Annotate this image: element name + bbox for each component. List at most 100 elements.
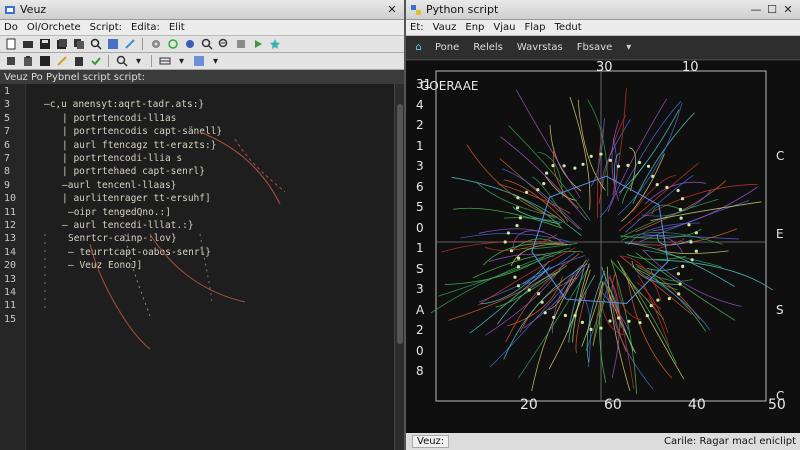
save-as-icon[interactable]: [38, 55, 51, 68]
code-line[interactable]: – aurl tencedi-lllat.:}: [62, 220, 194, 231]
menu-item[interactable]: Vauz: [433, 22, 457, 33]
tab-relels[interactable]: Relels: [469, 40, 507, 55]
paste-icon[interactable]: [21, 55, 34, 68]
search-icon[interactable]: [89, 38, 102, 51]
settings-icon[interactable]: [149, 38, 162, 51]
window-icon[interactable]: [192, 55, 205, 68]
plot-marker: [681, 264, 685, 268]
menu-item[interactable]: Script:: [90, 22, 122, 33]
tab-fbsave[interactable]: Fbsave: [573, 40, 617, 55]
save-all-icon[interactable]: [55, 38, 68, 51]
plot-marker: [589, 154, 593, 158]
plot-marker: [516, 284, 521, 288]
editor-scrollbar[interactable]: [394, 84, 404, 450]
plot-marker: [506, 231, 510, 235]
open-folder-icon[interactable]: [21, 38, 34, 51]
tab-wavrstas[interactable]: Wavrstas: [513, 40, 567, 55]
new-file-icon[interactable]: [4, 38, 17, 51]
plot-marker: [536, 188, 540, 192]
left-tick-label: 6: [416, 179, 424, 194]
code-editor[interactable]: 1 3 5 7 6 7 8 9 10 11 12 13 14 20 13 14 11 15 –c,u anensy…: [0, 84, 404, 450]
menu-item[interactable]: Elit: [169, 22, 185, 33]
save-icon[interactable]: [38, 38, 51, 51]
code-line[interactable]: –c,u anensyt:aqrt-tadr.ats:}: [44, 99, 204, 110]
magnify-icon[interactable]: [115, 55, 128, 68]
menu-item[interactable]: Ol/Orchete: [27, 22, 81, 33]
menu-item[interactable]: Tedut: [555, 22, 582, 33]
editor-toolbar-2: ▾ ▾ ▾: [0, 53, 404, 70]
plot-marker: [617, 316, 621, 320]
plot-marker: [626, 163, 630, 167]
close-icon[interactable]: ✕: [780, 3, 796, 16]
plot-marker: [645, 314, 649, 318]
code-line[interactable]: | portrtencodis capt-sänell}: [62, 126, 222, 137]
code-line[interactable]: – Veuz EonoJ]: [68, 260, 142, 271]
menu-item[interactable]: Do: [4, 22, 18, 33]
pencil-icon[interactable]: [55, 55, 68, 68]
code-line[interactable]: Senrtcr-cainp-:lov}: [68, 233, 177, 244]
refresh-icon[interactable]: [166, 38, 179, 51]
debug-icon[interactable]: [183, 38, 196, 51]
code-line[interactable]: | portrtencodi-ll1as: [62, 113, 176, 124]
clipboard-icon[interactable]: [72, 55, 85, 68]
home-icon[interactable]: ⌂: [412, 41, 425, 54]
zoom-out-icon[interactable]: [217, 38, 230, 51]
menu-item[interactable]: Flap: [525, 22, 546, 33]
left-tick-label: 31: [416, 77, 432, 91]
find-replace-icon[interactable]: [106, 38, 119, 51]
editor-menubar: Do Ol/Orchete Script: Edita: Elit: [0, 20, 404, 36]
code-line[interactable]: –aurl tencenl-llaas}: [62, 180, 176, 191]
menu-item[interactable]: Edita:: [131, 22, 160, 33]
menu-item[interactable]: Et:: [410, 22, 424, 33]
chevron-down-icon[interactable]: ▾: [209, 55, 222, 68]
python-icon: [410, 4, 422, 16]
editor-tab[interactable]: Veuz Po Pybnel script script:: [0, 70, 404, 84]
scroll-thumb[interactable]: [397, 104, 403, 344]
plot-trace: [469, 267, 550, 334]
plot-canvas[interactable]: GOERAAE 30 10 20 60 40 50 31 4 2 1 3 6 5 0 1 S 3 A 2 0 8 C E S C: [406, 60, 800, 433]
line-number: 14: [4, 246, 17, 258]
line-number: 8: [4, 166, 11, 178]
tab-pone[interactable]: Pone: [431, 40, 463, 55]
code-line[interactable]: – teurrtcapt-oabos-senrl}: [68, 247, 211, 258]
close-icon[interactable]: ✕: [384, 3, 400, 16]
plot-titlebar[interactable]: Python script — ☐ ✕: [406, 0, 800, 20]
code-line[interactable]: –oipr tengedQno.:]: [68, 207, 171, 218]
edit-icon[interactable]: [123, 38, 136, 51]
code-line[interactable]: | aurlitenrager tt-ersuhf]: [62, 193, 211, 204]
menu-item[interactable]: Vjau: [493, 22, 515, 33]
left-tick-label: 3: [416, 282, 424, 296]
line-number: 5: [4, 112, 11, 124]
check-icon[interactable]: [89, 55, 102, 68]
zoom-icon[interactable]: [200, 38, 213, 51]
plot-marker: [503, 240, 507, 244]
plot-trace: [430, 247, 571, 314]
chevron-down-icon[interactable]: ▾: [132, 55, 145, 68]
line-number: 7: [4, 126, 11, 138]
menu-item[interactable]: Enp: [465, 22, 484, 33]
plot-marker: [589, 327, 593, 331]
code-line[interactable]: | aurl ftencagz tt-erazts:}: [62, 140, 216, 151]
minimize-icon[interactable]: —: [748, 3, 764, 16]
plot-menubar: Et: Vauz Enp Vjau Flap Tedut: [406, 20, 800, 36]
chevron-down-icon[interactable]: ▾: [622, 41, 635, 54]
maximize-icon[interactable]: ☐: [764, 3, 780, 16]
chevron-down-icon[interactable]: ▾: [175, 55, 188, 68]
grid-icon[interactable]: [158, 55, 171, 68]
run-icon[interactable]: [251, 38, 264, 51]
left-tick-label: S: [416, 261, 424, 276]
cut-icon[interactable]: [4, 55, 17, 68]
plot-trace: [637, 274, 670, 346]
code-line[interactable]: | portrtencodi-llia s: [62, 153, 182, 164]
editor-titlebar[interactable]: Veuz ✕: [0, 0, 404, 20]
plot-marker: [616, 164, 621, 168]
plot-marker: [689, 240, 693, 244]
copy-icon[interactable]: [72, 38, 85, 51]
plot-trace: [549, 124, 582, 192]
code-line[interactable]: | portrtehaed capt-senrl}: [62, 166, 205, 177]
status-bar: Veuz: Carile: Ragar macl eniclipt: [406, 433, 800, 450]
plot-marker: [656, 298, 660, 302]
plot-window: Python script — ☐ ✕ Et: Vauz Enp Vjau Fl…: [404, 0, 800, 450]
tool-icon[interactable]: [234, 38, 247, 51]
star-icon[interactable]: [268, 38, 281, 51]
